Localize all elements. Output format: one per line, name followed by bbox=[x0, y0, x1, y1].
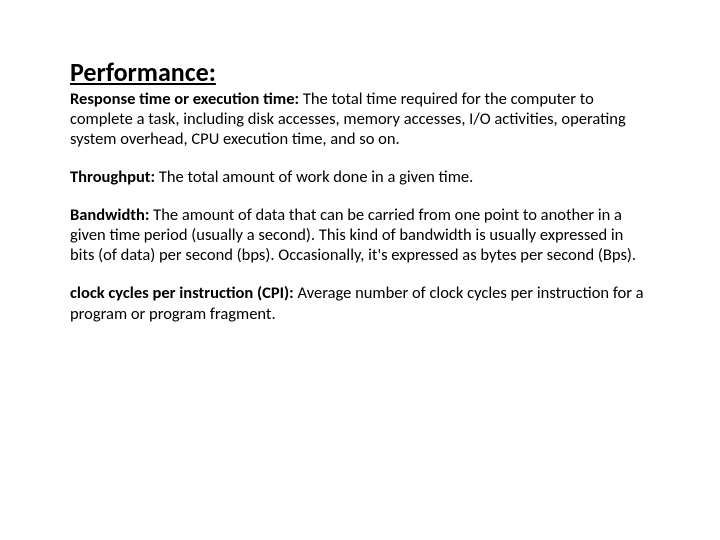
term-bandwidth: Bandwidth: bbox=[70, 205, 153, 225]
term-cpi: clock cycles per instruction (CPI): bbox=[70, 283, 297, 303]
term-response-time: Response time or execution time: bbox=[70, 89, 303, 109]
definition-response-time: Response time or execution time: The tot… bbox=[70, 89, 650, 149]
body-bandwidth: The amount of data that can be carried f… bbox=[70, 205, 636, 265]
definition-bandwidth: Bandwidth: The amount of data that can b… bbox=[70, 205, 650, 265]
slide: Performance: Response time or execution … bbox=[0, 0, 720, 540]
definition-throughput: Throughput: The total amount of work don… bbox=[70, 167, 650, 187]
term-throughput: Throughput: bbox=[70, 167, 159, 187]
body-throughput: The total amount of work done in a given… bbox=[159, 167, 473, 187]
definition-cpi: clock cycles per instruction (CPI): Aver… bbox=[70, 283, 650, 323]
page-title: Performance: bbox=[70, 58, 650, 87]
